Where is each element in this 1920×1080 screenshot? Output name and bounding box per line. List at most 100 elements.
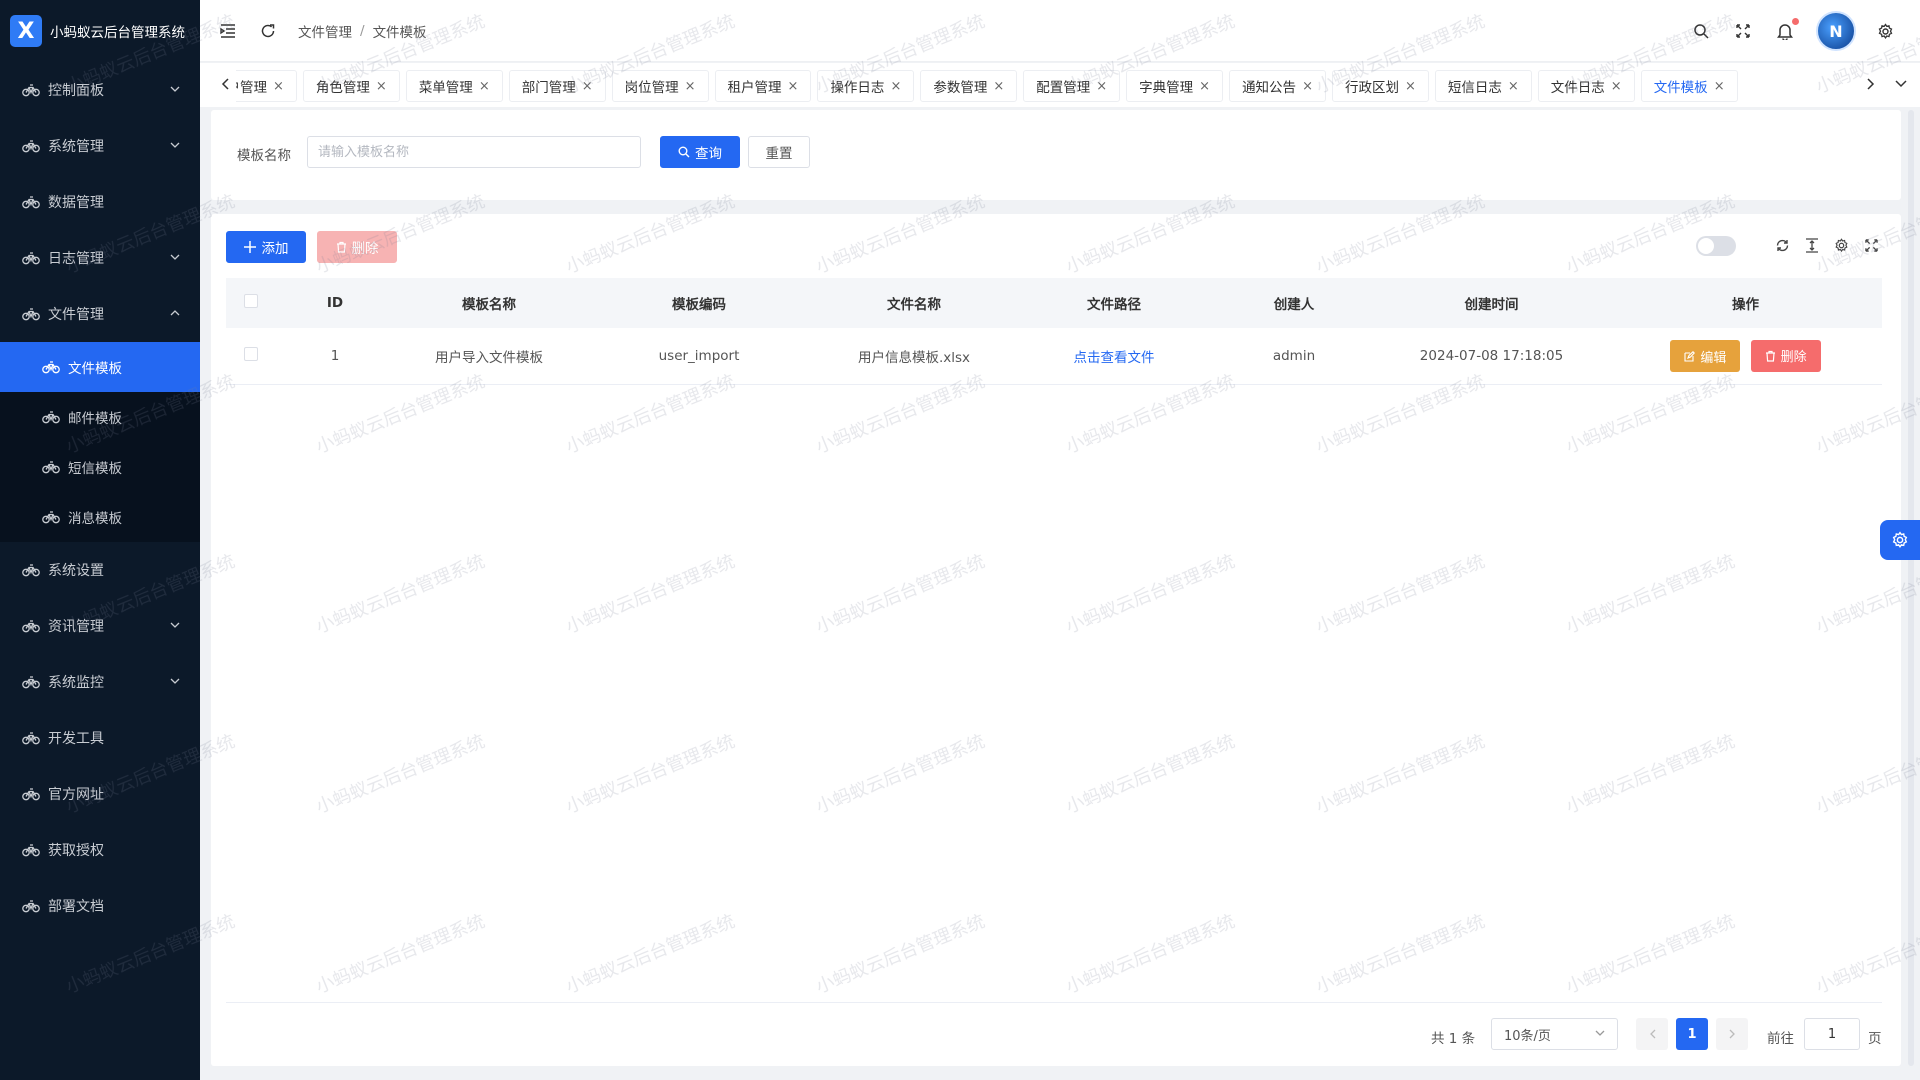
column-settings-icon[interactable] [1830, 234, 1852, 256]
sidebar-item[interactable]: 日志管理 [0, 230, 200, 286]
column-header[interactable]: 创建时间 [1374, 278, 1609, 328]
tabs-scroll-right-icon[interactable] [1860, 73, 1882, 95]
sidebar-item-label: 部署文档 [48, 899, 104, 915]
close-icon[interactable]: × [1199, 79, 1210, 94]
prev-page-button[interactable] [1636, 1018, 1668, 1050]
query-button[interactable]: 查询 [660, 136, 740, 168]
next-page-button[interactable] [1716, 1018, 1748, 1050]
sidebar-item[interactable]: 控制面板 [0, 62, 200, 118]
chevron-down-icon [170, 138, 180, 154]
tab[interactable]: 配置管理 × [1023, 70, 1121, 102]
tabs-scroll-left-icon[interactable] [214, 73, 236, 95]
sidebar-item-label: 开发工具 [48, 731, 104, 747]
select-all-checkbox[interactable] [244, 294, 258, 308]
tab[interactable]: 用户管理 × [236, 70, 297, 102]
column-header[interactable]: 文件路径 [1014, 278, 1214, 328]
gear-icon[interactable] [1874, 20, 1896, 42]
column-height-icon[interactable] [1801, 234, 1823, 256]
tab[interactable]: 文件模板 × [1640, 70, 1738, 102]
tabs-dropdown-icon[interactable] [1890, 73, 1912, 95]
tab[interactable]: 字典管理 × [1126, 70, 1224, 102]
edit-button[interactable]: 编辑 [1670, 340, 1741, 372]
tab[interactable]: 文件日志 × [1537, 70, 1635, 102]
search-icon[interactable] [1690, 20, 1712, 42]
sidebar-subitem[interactable]: 短信模板 [0, 442, 200, 492]
close-icon[interactable]: × [1405, 79, 1416, 94]
row-checkbox[interactable] [244, 346, 258, 361]
column-header[interactable]: 创建人 [1214, 278, 1374, 328]
sidebar-item[interactable]: 数据管理 [0, 174, 200, 230]
sidebar-item[interactable]: 系统管理 [0, 118, 200, 174]
tab[interactable]: 岗位管理 × [611, 70, 709, 102]
table-fullscreen-icon[interactable] [1860, 234, 1882, 256]
sidebar-item[interactable]: 开发工具 [0, 710, 200, 766]
column-header[interactable]: 文件名称 [814, 278, 1014, 328]
sidebar-item[interactable]: 系统监控 [0, 654, 200, 710]
sidebar-item[interactable]: 资讯管理 [0, 598, 200, 654]
close-icon[interactable]: × [273, 79, 284, 94]
batch-delete-button[interactable]: 删除 [317, 231, 397, 263]
close-icon[interactable]: × [685, 79, 696, 94]
tab-label: 参数管理 [933, 80, 988, 96]
refresh-icon[interactable] [256, 19, 280, 43]
delete-button[interactable]: 删除 [1750, 339, 1821, 372]
cell-actions: 编辑 删除 [1609, 328, 1882, 385]
add-button[interactable]: 添加 [226, 231, 306, 263]
menu-fold-icon[interactable] [216, 19, 240, 43]
page-number-current[interactable]: 1 [1676, 1018, 1708, 1050]
bicycle-icon [22, 899, 40, 913]
tab[interactable]: 角色管理 × [302, 70, 400, 102]
close-icon[interactable]: × [788, 79, 799, 94]
column-header[interactable]: 模板名称 [394, 278, 584, 328]
template-name-input[interactable] [307, 136, 641, 168]
column-toggle-switch[interactable] [1696, 236, 1736, 256]
breadcrumb-item[interactable]: 文件管理 [298, 21, 352, 41]
notification-dot [1792, 18, 1799, 25]
close-icon[interactable]: × [1508, 79, 1519, 94]
tab[interactable]: 短信日志 × [1434, 70, 1532, 102]
tab[interactable]: 通知公告 × [1229, 70, 1326, 102]
sidebar-subitem[interactable]: 邮件模板 [0, 392, 200, 442]
tab[interactable]: 租户管理 × [714, 70, 812, 102]
page-size-select[interactable]: 10条/页 [1491, 1018, 1618, 1050]
goto-page-input[interactable] [1804, 1018, 1860, 1050]
close-icon[interactable]: × [1302, 79, 1313, 94]
bicycle-icon [22, 675, 40, 689]
close-icon[interactable]: × [479, 79, 490, 94]
close-icon[interactable]: × [376, 79, 387, 94]
sidebar-item[interactable]: 部署文档 [0, 878, 200, 934]
top-header: 文件管理 / 文件模板 N [200, 0, 1920, 62]
sidebar-item[interactable]: 文件管理 [0, 286, 200, 342]
tab[interactable]: 菜单管理 × [405, 70, 503, 102]
sidebar-item[interactable]: 获取授权 [0, 822, 200, 878]
page-scrollbar[interactable] [1908, 110, 1914, 1066]
tab[interactable]: 操作日志 × [817, 70, 915, 102]
close-icon[interactable]: × [1714, 79, 1725, 94]
close-icon[interactable]: × [582, 79, 593, 94]
bell-icon[interactable] [1774, 18, 1799, 42]
sidebar-item[interactable]: 系统设置 [0, 542, 200, 598]
close-icon[interactable]: × [993, 79, 1004, 94]
reset-button[interactable]: 重置 [748, 136, 810, 168]
close-icon[interactable]: × [890, 79, 901, 94]
theme-settings-button[interactable] [1880, 520, 1920, 560]
chevron-down-icon [1595, 1030, 1605, 1036]
sidebar-subitem[interactable]: 文件模板 [0, 342, 200, 392]
template-name-label: 模板名称 [237, 148, 291, 164]
sidebar-subitem[interactable]: 消息模板 [0, 492, 200, 542]
refresh-icon[interactable] [1771, 234, 1793, 256]
fullscreen-icon[interactable] [1732, 20, 1754, 42]
tab[interactable]: 行政区划 × [1331, 70, 1429, 102]
tab-label: 菜单管理 [418, 80, 473, 96]
close-icon[interactable]: × [1611, 79, 1622, 94]
column-header[interactable]: 模板编码 [584, 278, 814, 328]
tab[interactable]: 部门管理 × [508, 70, 606, 102]
sidebar-item[interactable]: 官方网址 [0, 766, 200, 822]
app-logo[interactable]: X 小蚂蚁云后台管理系统 [0, 0, 200, 62]
close-icon[interactable]: × [1096, 79, 1107, 94]
avatar[interactable]: N [1816, 11, 1856, 51]
view-file-link[interactable]: 点击查看文件 [1074, 350, 1155, 366]
column-header[interactable]: ID [276, 278, 394, 328]
tab[interactable]: 参数管理 × [920, 70, 1018, 102]
cell-file-name: 用户信息模板.xlsx [814, 328, 1014, 385]
